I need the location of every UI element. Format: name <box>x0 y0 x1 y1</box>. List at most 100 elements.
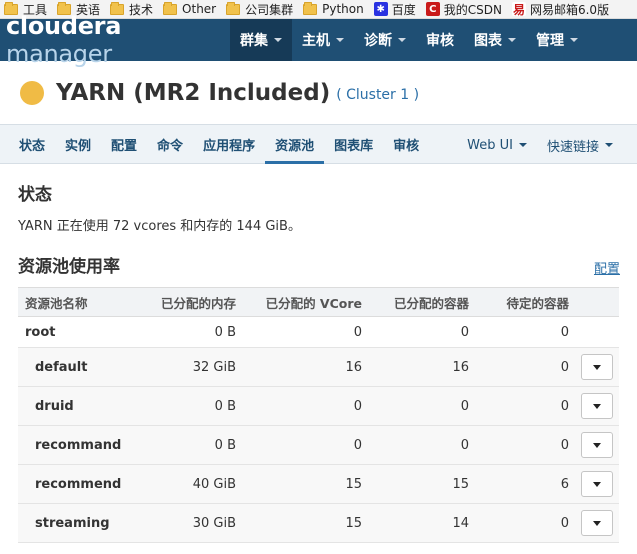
folder-icon <box>4 1 18 15</box>
table-row: druid 0 B 0 0 0 <box>18 386 619 426</box>
pool-name: recommend <box>18 464 138 504</box>
pool-actions-button[interactable] <box>581 432 613 458</box>
pool-actions-button[interactable] <box>581 471 613 497</box>
pool-memory: 32 GiB <box>138 347 242 387</box>
table-row: streaming 30 GiB 15 14 0 <box>18 503 619 543</box>
pool-actions-cell <box>575 347 619 387</box>
pool-name: streaming <box>18 503 138 543</box>
col-allocated-vcore[interactable]: 已分配的 VCore <box>242 288 368 317</box>
cluster-link[interactable]: ( Cluster 1 ) <box>336 83 419 103</box>
table-row: recommend 40 GiB 15 15 6 <box>18 464 619 504</box>
pool-name: druid <box>18 386 138 426</box>
nav-admin-menu[interactable]: 管理 <box>526 19 588 61</box>
tab-chart-library[interactable]: 图表库 <box>324 124 383 164</box>
pool-usage-heading: 资源池使用率 <box>18 257 120 277</box>
chevron-down-icon <box>518 143 527 147</box>
tab-instances[interactable]: 实例 <box>55 124 101 164</box>
tab-commands[interactable]: 命令 <box>147 124 193 164</box>
nav-label: 管理 <box>536 33 564 49</box>
caret-down-icon <box>593 520 601 526</box>
pool-usage-header: 资源池使用率 配置 <box>18 252 620 277</box>
table-header-row: 资源池名称 已分配的内存 已分配的 VCore 已分配的容器 待定的容器 <box>18 287 619 317</box>
folder-icon <box>110 1 125 15</box>
bookmark-baidu[interactable]: ✱ 百度 <box>373 1 416 18</box>
nav-clusters-menu[interactable]: 群集 <box>230 19 292 61</box>
pool-pending: 0 <box>475 386 575 426</box>
pool-containers: 16 <box>368 347 475 387</box>
pool-vcore: 0 <box>242 316 368 348</box>
pool-containers: 0 <box>368 425 475 465</box>
nav-hosts-menu[interactable]: 主机 <box>292 19 354 61</box>
pool-vcore: 15 <box>242 503 368 543</box>
bookmark-label: 网易邮箱6.0版 <box>529 2 610 17</box>
tab-applications[interactable]: 应用程序 <box>193 124 265 164</box>
cloudera-manager-logo[interactable]: cloudera manager <box>0 12 230 68</box>
pool-actions-cell <box>575 503 619 543</box>
folder-icon <box>163 1 178 15</box>
chevron-down-icon <box>508 38 516 42</box>
nav-label: 诊断 <box>364 33 392 49</box>
tab-resource-pools[interactable]: 资源池 <box>265 124 325 164</box>
col-pool-name[interactable]: 资源池名称 <box>18 288 138 317</box>
pool-name: root <box>18 316 138 348</box>
bookmark-company-cluster[interactable]: 公司集群 <box>226 1 293 18</box>
bookmark-netease[interactable]: 易网易邮箱6.0版 <box>511 1 610 18</box>
table-row: default 32 GiB 16 16 0 <box>18 347 619 387</box>
quick-links-dropdown[interactable]: 快速链接 <box>537 125 623 165</box>
col-allocated-memory[interactable]: 已分配的内存 <box>138 288 242 317</box>
pool-memory: 40 GiB <box>138 464 242 504</box>
chevron-down-icon <box>570 38 578 42</box>
main-content: 状态 YARN 正在使用 72 vcores 和内存的 144 GiB。 资源池… <box>0 180 637 543</box>
pool-actions-button[interactable] <box>581 393 613 419</box>
pool-containers: 15 <box>368 464 475 504</box>
logo-part2: manager <box>6 40 112 68</box>
subnav-right-group: Web UI 快速链接 <box>457 125 623 165</box>
pool-actions-button[interactable] <box>581 510 613 536</box>
caret-down-icon <box>593 481 601 487</box>
pool-name: default <box>18 347 138 387</box>
folder-icon <box>226 1 241 15</box>
nav-diagnostics-menu[interactable]: 诊断 <box>354 19 416 61</box>
pool-actions-button[interactable] <box>581 354 613 380</box>
nav-label: 主机 <box>302 33 330 49</box>
pool-containers: 0 <box>368 316 475 348</box>
pool-memory: 30 GiB <box>138 503 242 543</box>
tab-audits[interactable]: 审核 <box>383 124 429 164</box>
chevron-down-icon <box>336 38 344 42</box>
col-pending-containers[interactable]: 待定的容器 <box>475 288 575 317</box>
pool-actions-empty <box>575 316 619 348</box>
status-summary: YARN 正在使用 72 vcores 和内存的 144 GiB。 <box>18 219 301 234</box>
chevron-down-icon <box>605 143 613 147</box>
col-allocated-containers[interactable]: 已分配的容器 <box>368 288 475 317</box>
nav-label: 群集 <box>240 33 268 49</box>
nav-charts-menu[interactable]: 图表 <box>464 19 526 61</box>
nav-audits-link[interactable]: 审核 <box>416 19 464 61</box>
caret-down-icon <box>593 403 601 409</box>
chevron-down-icon <box>274 38 282 42</box>
col-actions <box>575 288 619 317</box>
pool-memory: 0 B <box>138 386 242 426</box>
webui-label: Web UI <box>467 137 513 153</box>
pool-actions-cell <box>575 425 619 465</box>
bookmark-python[interactable]: Python <box>303 1 364 16</box>
baidu-icon: ✱ <box>373 2 388 16</box>
pool-vcore: 0 <box>242 386 368 426</box>
pool-pending: 0 <box>475 347 575 387</box>
pool-vcore: 16 <box>242 347 368 387</box>
chevron-down-icon <box>398 38 406 42</box>
pool-containers: 14 <box>368 503 475 543</box>
pool-memory: 0 B <box>138 425 242 465</box>
table-row: recommand 0 B 0 0 0 <box>18 425 619 465</box>
pool-config-link[interactable]: 配置 <box>594 258 620 277</box>
nav-label: 图表 <box>474 33 502 49</box>
folder-icon <box>57 1 72 15</box>
tab-status[interactable]: 状态 <box>9 124 55 164</box>
service-status-icon <box>20 80 44 105</box>
service-title: YARN (MR2 Included) <box>56 79 331 106</box>
webui-dropdown[interactable]: Web UI <box>457 125 537 165</box>
quick-links-label: 快速链接 <box>546 139 599 155</box>
tab-configuration[interactable]: 配置 <box>101 124 147 164</box>
folder-icon <box>303 1 318 15</box>
bookmark-csdn[interactable]: C 我的CSDN <box>425 1 502 18</box>
pool-vcore: 15 <box>242 464 368 504</box>
